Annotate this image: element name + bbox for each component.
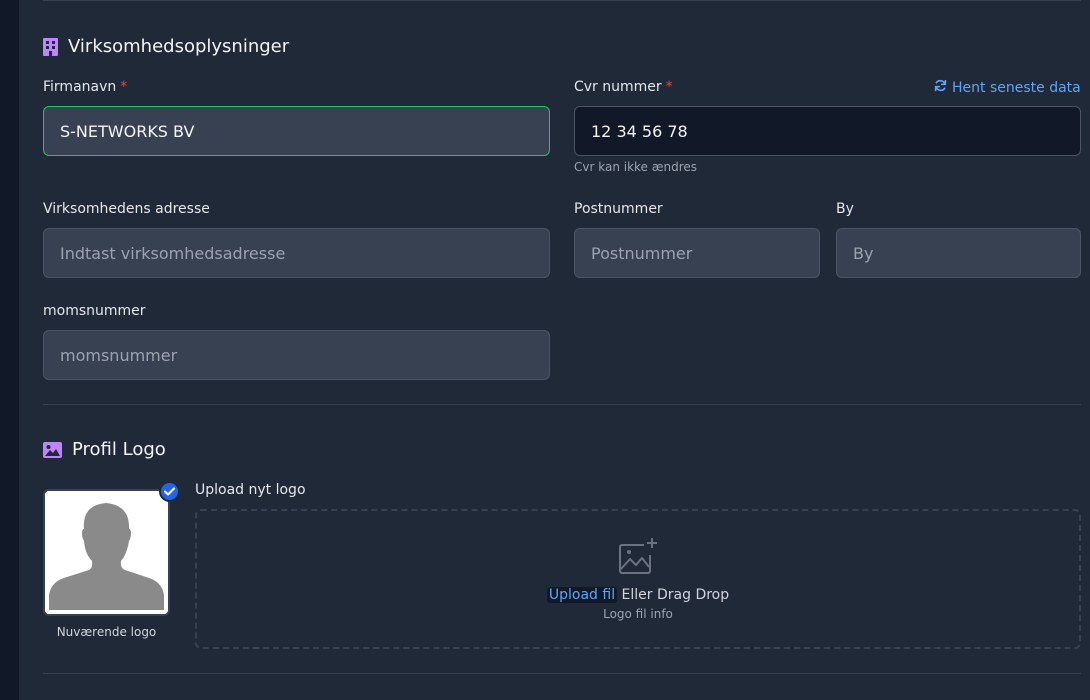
- required-mark: *: [665, 79, 673, 95]
- postal-input[interactable]: [574, 228, 820, 278]
- upload-logo-label: Upload nyt logo: [195, 482, 306, 498]
- top-divider: [43, 0, 1081, 1]
- selected-check-icon: [159, 481, 180, 502]
- city-input[interactable]: [836, 228, 1081, 278]
- upload-file-link[interactable]: Upload fil: [546, 587, 618, 603]
- company-section-title: Virksomhedsoplysninger: [43, 36, 289, 57]
- dropzone-text: Upload fil Eller Drag Drop: [546, 587, 730, 603]
- company-section-title-text: Virksomhedsoplysninger: [68, 36, 290, 57]
- address-input[interactable]: [43, 228, 550, 278]
- section-divider: [43, 404, 1081, 405]
- bottom-divider: [43, 673, 1081, 674]
- fetch-latest-data-label: Hent seneste data: [952, 79, 1081, 96]
- required-mark: *: [120, 79, 128, 95]
- logo-section-title-text: Profil Logo: [72, 439, 166, 460]
- fetch-latest-data-link[interactable]: Hent seneste data: [934, 79, 1081, 96]
- drag-drop-text: Eller Drag Drop: [621, 587, 730, 603]
- address-label: Virksomhedens adresse: [43, 201, 210, 217]
- cvr-help-text: Cvr kan ikke ændres: [574, 160, 698, 174]
- add-image-icon: [618, 537, 658, 579]
- postal-label: Postnummer: [574, 201, 663, 217]
- city-label: By: [836, 201, 854, 217]
- firmanavn-input[interactable]: [43, 106, 550, 156]
- logo-file-info: Logo fil info: [603, 607, 673, 621]
- sidebar-edge: [0, 0, 19, 700]
- firmanavn-label: Firmanavn *: [43, 79, 128, 95]
- refresh-icon: [934, 79, 947, 96]
- current-logo-preview[interactable]: [43, 489, 170, 616]
- building-icon: [43, 37, 58, 56]
- cvr-label: Cvr nummer *: [574, 79, 673, 95]
- vat-label: momsnummer: [43, 303, 146, 319]
- vat-input[interactable]: [43, 330, 550, 380]
- cvr-input[interactable]: [574, 106, 1081, 156]
- logo-dropzone[interactable]: Upload fil Eller Drag Drop Logo fil info: [195, 509, 1081, 649]
- avatar-placeholder-icon: [45, 491, 168, 614]
- current-logo-caption: Nuværende logo: [56, 625, 157, 639]
- logo-section-title: Profil Logo: [43, 439, 166, 460]
- image-icon: [43, 441, 62, 458]
